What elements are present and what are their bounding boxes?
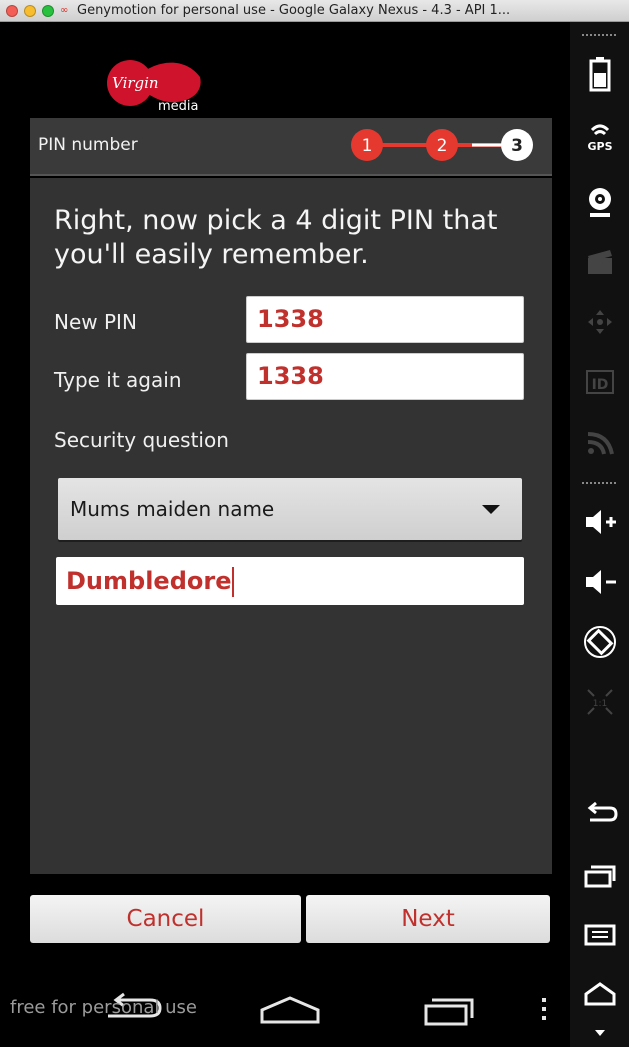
- text-cursor: [232, 567, 235, 597]
- next-button[interactable]: Next: [306, 895, 550, 943]
- new-pin-input[interactable]: 1338: [246, 296, 524, 343]
- dpad-icon[interactable]: [570, 300, 629, 344]
- volume-up-icon[interactable]: [570, 500, 629, 544]
- minimize-window-button[interactable]: [24, 4, 36, 17]
- recent-apps-icon[interactable]: [570, 854, 629, 898]
- back-icon[interactable]: [570, 792, 629, 836]
- free-use-watermark: free for personal use: [10, 997, 197, 1018]
- home-icon[interactable]: [570, 972, 629, 1016]
- gps-icon[interactable]: GPS: [570, 114, 629, 158]
- scroll-down-icon[interactable]: [570, 1026, 629, 1040]
- pin-form-panel: Right, now pick a 4 digit PIN that you'l…: [30, 178, 552, 874]
- zoom-window-button[interactable]: [42, 4, 54, 17]
- android-screen: Virgin media PIN number 1 2 3 Right, now…: [0, 22, 570, 1047]
- security-answer-input[interactable]: Dumbledore: [56, 557, 524, 605]
- toolbar-grip-top: [570, 30, 629, 40]
- security-answer-value: Dumbledore: [66, 567, 232, 595]
- security-question-label: Security question: [54, 428, 229, 452]
- svg-text:3: 3: [511, 136, 523, 156]
- instruction-heading: Right, now pick a 4 digit PIN that you'l…: [54, 205, 498, 270]
- svg-text:GPS: GPS: [587, 140, 612, 153]
- logo-brand-text: Virgin: [112, 74, 159, 92]
- svg-text:1:1: 1:1: [592, 699, 606, 709]
- id-icon[interactable]: ID: [570, 360, 629, 404]
- close-window-button[interactable]: [6, 4, 18, 17]
- media-icon[interactable]: [570, 240, 629, 284]
- security-question-value: Mums maiden name: [70, 497, 275, 521]
- svg-text:1: 1: [362, 136, 373, 156]
- rss-icon[interactable]: [570, 420, 629, 464]
- svg-text:2: 2: [437, 136, 448, 156]
- volume-down-icon[interactable]: [570, 560, 629, 604]
- nav-overflow-menu-icon[interactable]: [542, 998, 546, 1020]
- confirm-pin-input[interactable]: 1338: [246, 353, 524, 400]
- screen-header: PIN number 1 2 3: [30, 118, 552, 176]
- nav-recent-apps-icon[interactable]: [424, 998, 474, 1026]
- genymotion-icon: ∞: [60, 5, 69, 16]
- dropdown-arrow-icon: [482, 505, 500, 514]
- window-title: Genymotion for personal use - Google Gal…: [77, 3, 511, 18]
- toolbar-grip-middle: [570, 478, 629, 488]
- genymotion-toolbar: GPS ID 1:1: [570, 22, 629, 1047]
- page-title: PIN number: [38, 135, 138, 155]
- security-question-dropdown[interactable]: Mums maiden name: [58, 478, 522, 540]
- new-pin-label: New PIN: [54, 310, 137, 334]
- step-1: 1: [351, 129, 383, 161]
- logo-sub-text: media: [158, 99, 199, 114]
- cancel-button[interactable]: Cancel: [30, 895, 301, 943]
- menu-icon[interactable]: [570, 912, 629, 956]
- window-titlebar: ∞ Genymotion for personal use - Google G…: [0, 0, 629, 22]
- camera-icon[interactable]: [570, 180, 629, 224]
- virgin-media-logo: Virgin media: [100, 52, 210, 114]
- nav-home-icon[interactable]: [260, 996, 320, 1024]
- rotate-icon[interactable]: [570, 620, 629, 664]
- confirm-pin-label: Type it again: [54, 368, 182, 392]
- progress-stepper: 1 2 3: [351, 129, 533, 161]
- scale-icon[interactable]: 1:1: [570, 680, 629, 724]
- battery-icon[interactable]: [570, 52, 629, 96]
- svg-text:ID: ID: [591, 377, 608, 393]
- step-3-current: 3: [501, 129, 533, 161]
- step-2: 2: [426, 129, 458, 161]
